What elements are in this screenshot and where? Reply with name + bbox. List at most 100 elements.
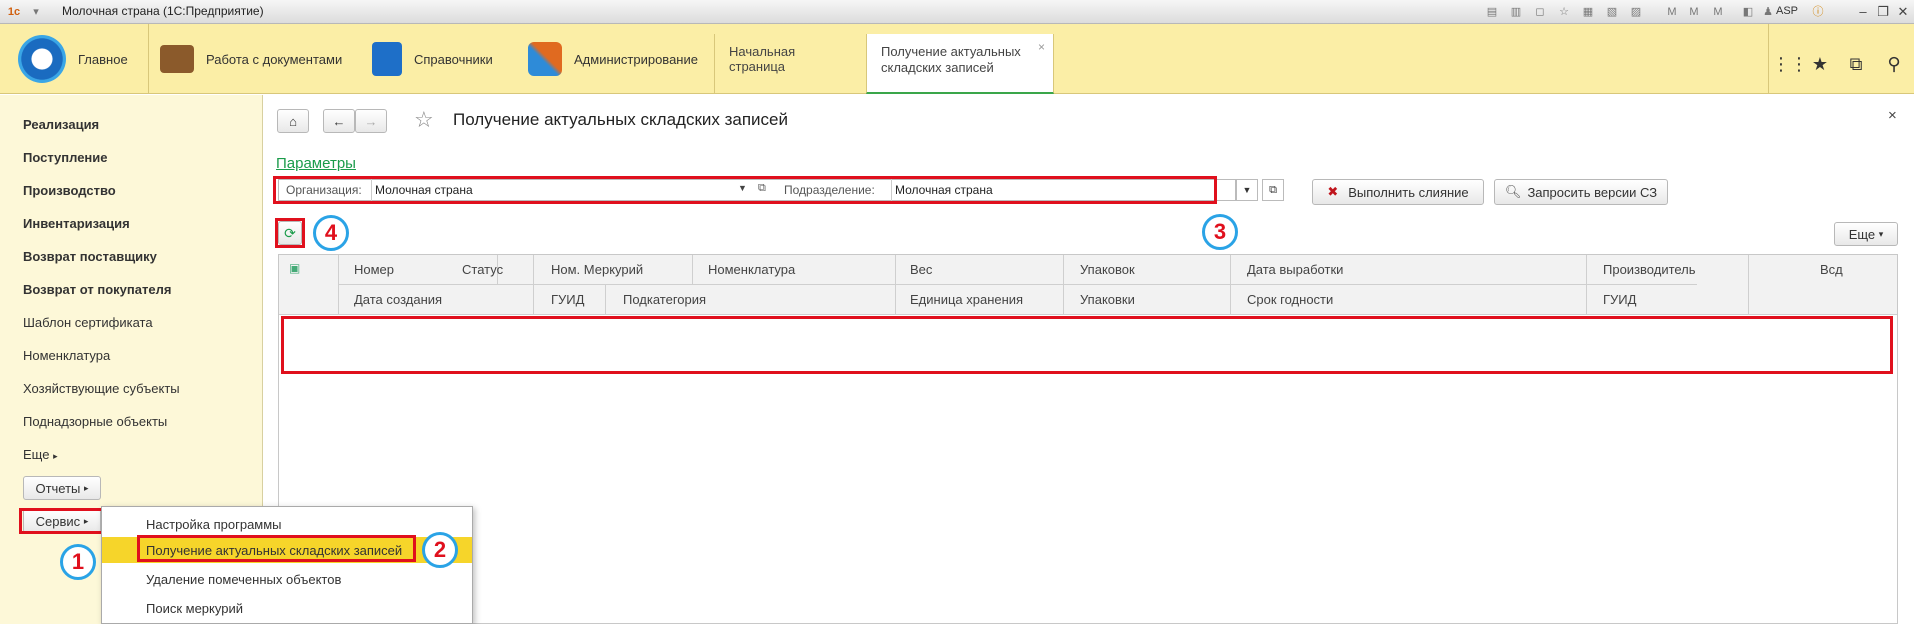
section-catalogs[interactable]: Справочники — [372, 24, 493, 94]
back-button[interactable]: ← — [323, 109, 355, 133]
dept-dropdown-icon[interactable]: ▼ — [1236, 179, 1258, 201]
calc-icon[interactable]: ▧ — [1604, 4, 1620, 20]
col-packages[interactable]: Упаковок — [1080, 262, 1135, 277]
close-form-icon[interactable]: × — [1888, 107, 1897, 124]
reports-label: Отчеты — [35, 480, 81, 496]
service-popup-menu: Настройка программы Получение актуальных… — [101, 506, 473, 624]
app-logo-icon[interactable]: 1c — [6, 4, 22, 20]
annotation-box-table-rows — [281, 316, 1893, 374]
star-icon[interactable]: ☆ — [414, 107, 434, 133]
check-column-icon[interactable]: ▣ — [289, 261, 303, 275]
merge-label: Выполнить слияние — [1348, 184, 1469, 200]
nav-item-supervised-objects[interactable]: Поднадзорные объекты — [23, 414, 167, 429]
section-main[interactable]: Главное — [18, 24, 128, 94]
nav-item-more[interactable]: Еще ▸ — [23, 447, 58, 462]
chevron-down-icon: ▾ — [1878, 228, 1884, 239]
col-production-date[interactable]: Дата выработки — [1247, 262, 1343, 277]
annotation-box-filters — [273, 176, 1217, 204]
nav-item-production[interactable]: Производство — [23, 183, 116, 198]
col-guid-2[interactable]: ГУИД — [1603, 292, 1636, 307]
params-link[interactable]: Параметры — [276, 155, 356, 172]
nav-item-business-entities[interactable]: Хозяйствующие субъекты — [23, 381, 180, 396]
print-icon[interactable]: ▥ — [1508, 4, 1524, 20]
minimize-button[interactable]: – — [1852, 3, 1874, 20]
header-divider — [339, 284, 1697, 285]
col-divider — [1586, 255, 1587, 315]
preview-icon[interactable]: ◻ — [1532, 4, 1548, 20]
col-shelf-life[interactable]: Срок годности — [1247, 292, 1333, 307]
section-catalogs-label: Справочники — [414, 51, 493, 67]
zoom-m-icon[interactable]: M — [1664, 4, 1680, 20]
menu-item-mercury-search[interactable]: Поиск меркурий — [146, 601, 243, 616]
col-weight[interactable]: Вес — [910, 262, 932, 277]
restore-button[interactable]: ❐ — [1872, 3, 1894, 20]
reports-button[interactable]: Отчеты ▸ — [23, 476, 101, 500]
history-icon[interactable]: ▦ — [1580, 4, 1596, 20]
user-name[interactable]: ASP — [1776, 5, 1798, 17]
panels-icon[interactable]: ◧ — [1740, 4, 1756, 20]
annotation-badge-2: 2 — [422, 532, 458, 568]
tab-active[interactable]: Получение актуальных складских записей × — [866, 34, 1054, 94]
col-status[interactable]: Статус — [462, 262, 503, 277]
arrow-left-icon: ← — [332, 113, 346, 129]
col-divider — [895, 255, 896, 315]
divider — [148, 24, 149, 94]
tab-close-icon[interactable]: × — [1038, 40, 1045, 54]
close-window-button[interactable]: ✕ — [1892, 3, 1914, 20]
col-storage-unit[interactable]: Единица хранения — [910, 292, 1023, 307]
nav-item-sales[interactable]: Реализация — [23, 117, 99, 132]
nav-item-inventory[interactable]: Инвентаризация — [23, 216, 130, 231]
col-created-date[interactable]: Дата создания — [354, 292, 442, 307]
section-documents[interactable]: Работа с документами — [160, 24, 342, 94]
col-nomenclature[interactable]: Номенклатура — [708, 262, 795, 277]
nav-item-return-supplier[interactable]: Возврат поставщику — [23, 249, 157, 264]
tools-icon — [528, 42, 562, 76]
annotation-badge-4: 4 — [313, 215, 349, 251]
save-icon[interactable]: ▤ — [1484, 4, 1500, 20]
window-menu-icon[interactable]: ▾ — [28, 4, 44, 20]
page-title: Получение актуальных складских записей — [453, 110, 789, 129]
tab-home[interactable]: Начальная страница — [714, 34, 866, 94]
request-versions-button[interactable]: 🔍︎ Запросить версии СЗ — [1494, 179, 1668, 205]
request-label: Запросить версии СЗ — [1527, 184, 1658, 200]
bookmark-icon[interactable]: ☆ — [1556, 4, 1572, 20]
dept-open-icon[interactable]: ⧉ — [1262, 179, 1284, 201]
nav-item-return-customer[interactable]: Возврат от покупателя — [23, 282, 171, 297]
zoom-mplus-icon[interactable]: M — [1686, 4, 1702, 20]
home-button[interactable]: ⌂ — [277, 109, 309, 133]
nav-item-receipt[interactable]: Поступление — [23, 150, 108, 165]
col-manufacturer[interactable]: Производитель — [1603, 262, 1696, 277]
forward-button[interactable]: → — [355, 109, 387, 133]
briefcase-icon — [160, 45, 194, 73]
divider — [1768, 24, 1769, 94]
section-admin[interactable]: Администрирование — [528, 24, 698, 94]
home-icon: ⌂ — [289, 113, 297, 129]
zoom-mminus-icon[interactable]: M — [1710, 4, 1726, 20]
search-icon[interactable]: ⚲ — [1882, 52, 1906, 76]
col-packages-2[interactable]: Упаковки — [1080, 292, 1135, 307]
col-divider — [1748, 255, 1749, 315]
more-button[interactable]: Еще ▾ — [1834, 222, 1898, 246]
menu-item-delete-marked[interactable]: Удаление помеченных объектов — [146, 572, 341, 587]
col-vsd[interactable]: Всд — [1820, 262, 1843, 277]
grid-menu-icon[interactable]: ⋮⋮ — [1772, 52, 1808, 76]
favorites-icon[interactable]: ★ — [1808, 52, 1832, 76]
nav-item-nomenclature[interactable]: Номенклатура — [23, 348, 110, 363]
content-area: ⌂ ← → ☆ Получение актуальных складских з… — [264, 95, 1914, 624]
col-number[interactable]: Номер — [354, 262, 394, 277]
annotation-badge-3: 3 — [1202, 214, 1238, 250]
info-icon[interactable]: ⓘ — [1810, 4, 1826, 20]
main-logo-icon — [18, 35, 66, 83]
sections-panel: Главное Работа с документами Справочники… — [0, 24, 1914, 94]
section-admin-label: Администрирование — [574, 51, 698, 67]
nav-item-certificate-template[interactable]: Шаблон сертификата — [23, 315, 153, 330]
history-panel-icon[interactable]: ⧉ — [1844, 52, 1868, 76]
section-documents-label: Работа с документами — [206, 51, 343, 67]
calendar-icon[interactable]: ▨ — [1628, 4, 1644, 20]
col-subcategory[interactable]: Подкатегория — [623, 292, 706, 307]
col-guid[interactable]: ГУИД — [551, 292, 584, 307]
col-divider — [338, 255, 339, 315]
col-mercury-nom[interactable]: Ном. Меркурий — [551, 262, 643, 277]
menu-item-settings[interactable]: Настройка программы — [146, 517, 282, 532]
merge-button[interactable]: ✖ Выполнить слияние — [1312, 179, 1484, 205]
